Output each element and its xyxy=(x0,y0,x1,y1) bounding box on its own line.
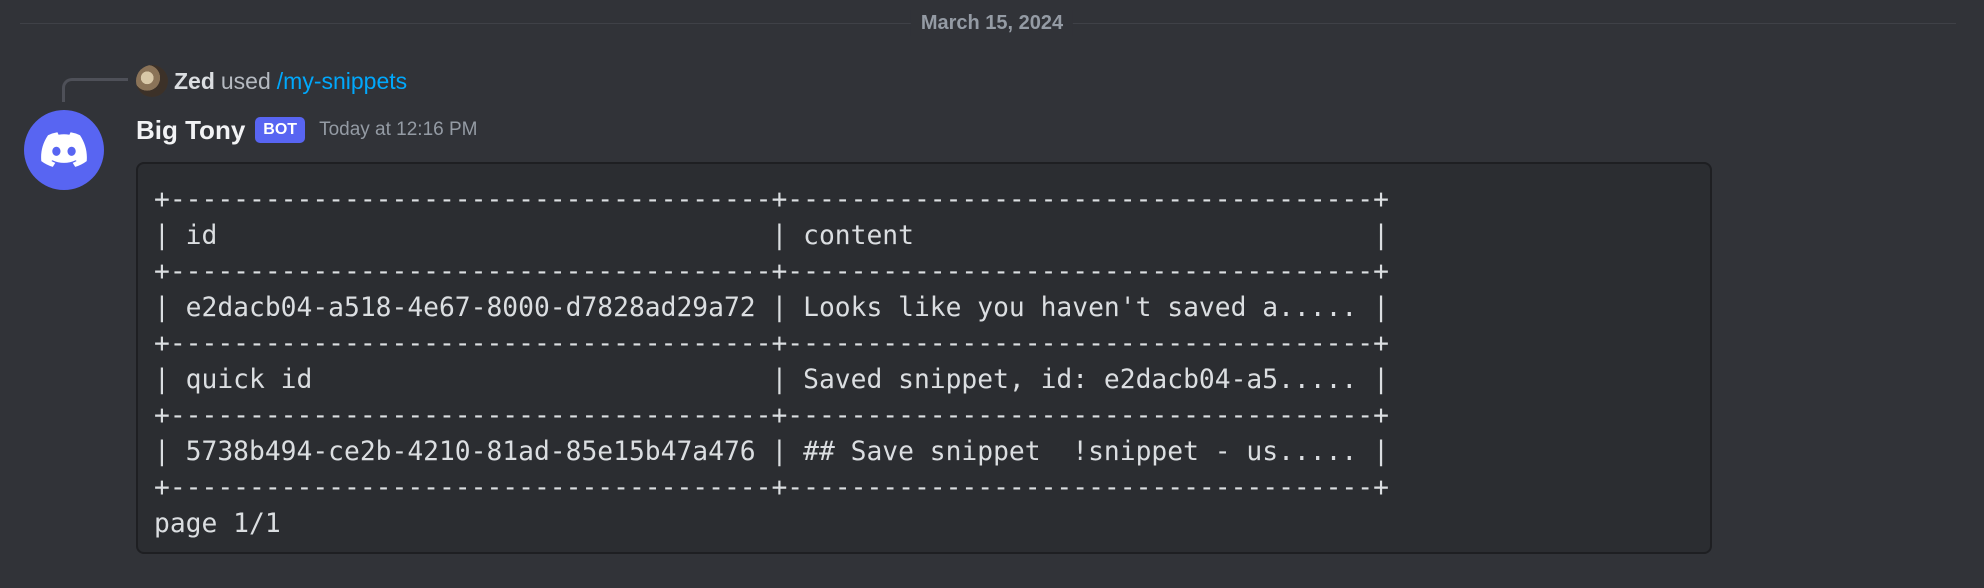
code-line: +--------------------------------------+… xyxy=(154,473,1389,503)
reply-username[interactable]: Zed xyxy=(174,68,215,95)
message-author[interactable]: Big Tony xyxy=(136,115,245,146)
code-line: | quick id | Saved snippet, id: e2dacb04… xyxy=(154,365,1389,395)
page-indicator: page 1/1 xyxy=(154,509,281,539)
code-line: +--------------------------------------+… xyxy=(154,329,1389,359)
message-timestamp[interactable]: Today at 12:16 PM xyxy=(319,119,477,141)
reply-spine xyxy=(62,78,128,102)
reply-user-avatar[interactable] xyxy=(136,65,168,97)
code-line: +--------------------------------------+… xyxy=(154,257,1389,287)
code-line: | 5738b494-ce2b-4210-81ad-85e15b47a476 |… xyxy=(154,437,1389,467)
code-line: +--------------------------------------+… xyxy=(154,401,1389,431)
command-reply-context: Zed used /my-snippets xyxy=(136,64,407,98)
bot-tag-badge: BOT xyxy=(255,117,306,143)
discord-logo-icon xyxy=(41,132,87,167)
slash-command-link[interactable]: /my-snippets xyxy=(277,68,407,95)
message-header: Big Tony BOT Today at 12:16 PM xyxy=(136,112,478,148)
date-divider-label: March 15, 2024 xyxy=(910,10,1074,36)
reply-verb: used xyxy=(220,67,271,94)
code-line: | id | content | xyxy=(154,221,1389,251)
code-block: +--------------------------------------+… xyxy=(136,162,1712,554)
code-line: +--------------------------------------+… xyxy=(154,185,1389,215)
bot-avatar[interactable] xyxy=(24,110,104,190)
code-line: | e2dacb04-a518-4e67-8000-d7828ad29a72 |… xyxy=(154,293,1389,323)
code-block-content: +--------------------------------------+… xyxy=(154,182,1694,542)
